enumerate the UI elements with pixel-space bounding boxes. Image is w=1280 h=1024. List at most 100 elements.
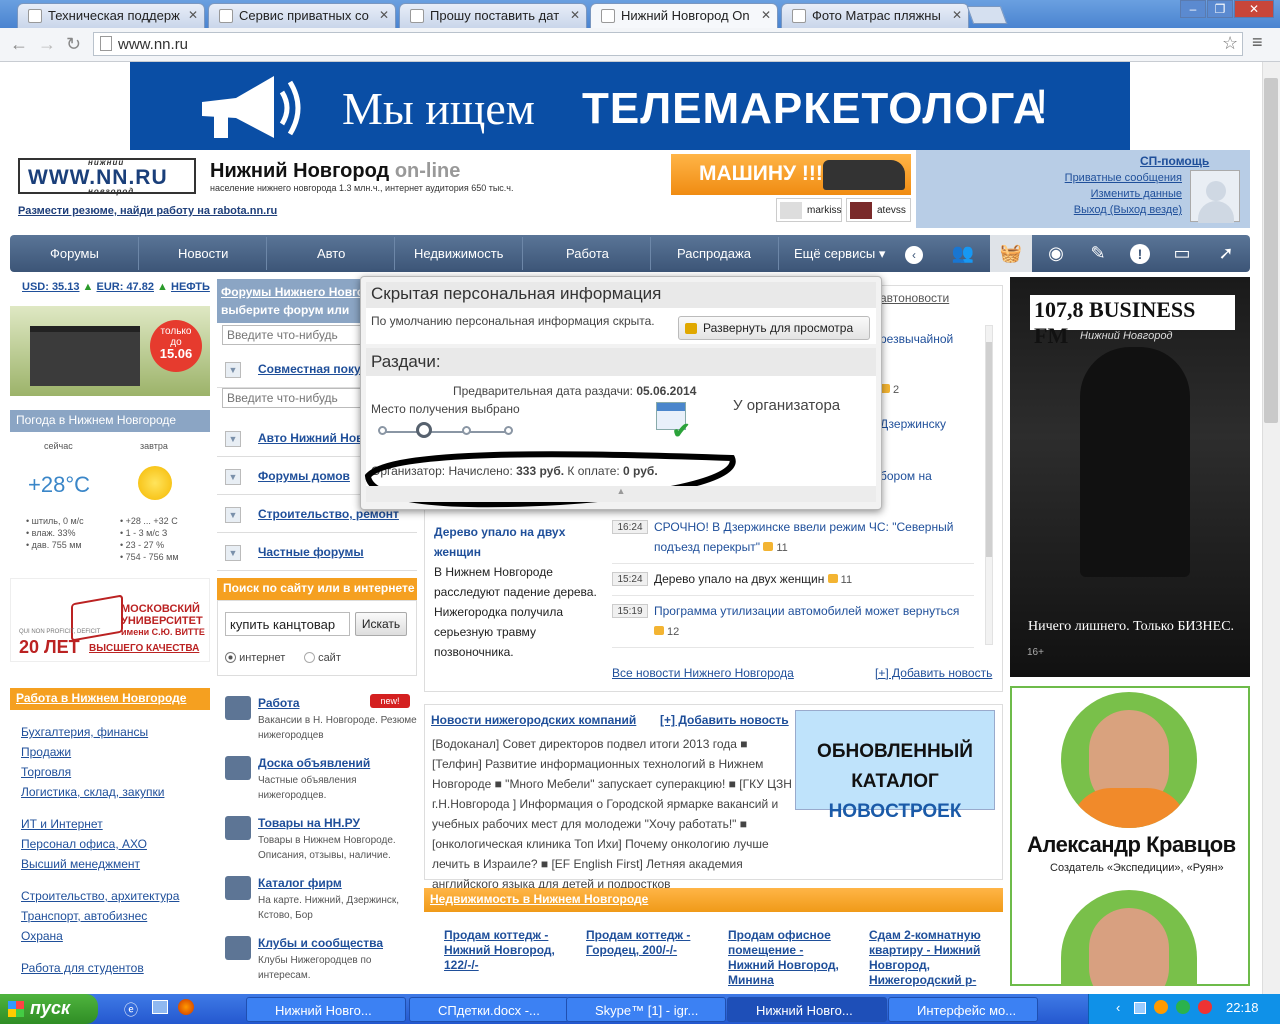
maximize-icon[interactable]: ❐ bbox=[1207, 0, 1233, 18]
news-item[interactable]: 15:19 Программа утилизации автомобилей мо… bbox=[612, 598, 974, 648]
expand-icon[interactable]: ▼ bbox=[225, 469, 241, 485]
users-icon[interactable]: 👥 bbox=[942, 235, 984, 272]
tab-autonews[interactable]: автоновости bbox=[880, 291, 949, 305]
expand-icon[interactable]: ▼ bbox=[225, 431, 241, 447]
close-tab-icon[interactable]: ✕ bbox=[188, 8, 198, 22]
news-item[interactable]: 16:24 СРОЧНО! В Дзержинске ввели режим ЧС… bbox=[612, 514, 974, 564]
companies-news-title[interactable]: Новости нижегородских компаний bbox=[431, 713, 636, 727]
service-catalog[interactable]: Каталог фирм На карте. Нижний, Дзержинск,… bbox=[225, 876, 425, 926]
job-banner[interactable]: Мы ищем ТЕЛЕМАРКЕТОЛОГА ! bbox=[130, 62, 1130, 150]
service-board[interactable]: Доска объявлений Частные объявления нижег… bbox=[225, 756, 425, 806]
car-ad-banner[interactable]: МАШИНУ !!! bbox=[671, 154, 911, 195]
ie-icon[interactable]: ⓔ bbox=[124, 1000, 138, 1020]
job-link[interactable]: Бухгалтерия, финансы bbox=[21, 725, 148, 739]
nav-auto[interactable]: Авто bbox=[317, 246, 345, 261]
tray-arrow-icon[interactable]: ‹ bbox=[1116, 1000, 1120, 1015]
feature-news-title[interactable]: Дерево упало на двух женщин bbox=[434, 522, 604, 562]
forward-icon[interactable]: → bbox=[38, 34, 56, 55]
nav-realty[interactable]: Недвижимость bbox=[414, 246, 503, 261]
realty-item[interactable]: Сдам 2-комнатную квартиру - Нижний Новго… bbox=[869, 928, 981, 988]
nav-forums[interactable]: Форумы bbox=[50, 246, 99, 261]
usd-rate[interactable]: USD: 35.13 bbox=[22, 281, 79, 293]
pencil-icon[interactable]: ✎ bbox=[1077, 235, 1119, 272]
realty-item[interactable]: Продам офисное помещение - Нижний Новгор… bbox=[728, 928, 840, 988]
eur-rate[interactable]: EUR: 47.82 bbox=[97, 281, 154, 293]
forum-row[interactable]: ▼ Частные форумы bbox=[217, 535, 417, 571]
browser-tab-2[interactable]: Сервис приватных со ✕ bbox=[208, 3, 396, 28]
back-icon[interactable]: ← bbox=[10, 34, 28, 55]
job-link[interactable]: ИТ и Интернет bbox=[21, 817, 103, 831]
desktop-icon[interactable] bbox=[152, 1000, 168, 1014]
user-chip-atevss[interactable]: atevss bbox=[846, 198, 911, 222]
job-link[interactable]: Работа для студентов bbox=[21, 961, 144, 975]
site-logo[interactable]: нижний WWW.NN.RU новгород bbox=[18, 158, 196, 196]
service-goods[interactable]: Товары на НН.РУ Товары в Нижнем Новгороде… bbox=[225, 816, 425, 866]
browser-tab-5[interactable]: Фото Матрас пляжны ✕ bbox=[781, 3, 969, 28]
news-scrollbar[interactable] bbox=[985, 325, 993, 645]
close-tab-icon[interactable]: ✕ bbox=[761, 8, 771, 22]
task-interface[interactable]: Интерфейс мо... bbox=[888, 997, 1038, 1022]
search-button[interactable]: Искать bbox=[355, 612, 407, 636]
companies-add-link[interactable]: [+] Добавить новость bbox=[660, 713, 789, 727]
reload-icon[interactable]: ↻ bbox=[66, 34, 81, 55]
bookmark-star-icon[interactable]: ☆ bbox=[1222, 33, 1238, 54]
all-news-link[interactable]: Все новости Нижнего Новгорода bbox=[612, 666, 794, 680]
news-item[interactable]: 15:24 Дерево упало на двух женщин 11 bbox=[612, 566, 974, 596]
task-skype[interactable]: Skype™ [1] - igr... bbox=[566, 997, 726, 1022]
add-news-link[interactable]: [+] Добавить новость bbox=[875, 666, 992, 680]
task-word[interactable]: СПдетки.docx -... bbox=[409, 997, 569, 1022]
notification-icon[interactable] bbox=[1154, 1000, 1168, 1014]
antivirus-icon[interactable] bbox=[1198, 1000, 1212, 1014]
university-ad[interactable]: МОСКОВСКИЙ УНИВЕРСИТЕТ имени С.Ю. ВИТТЕ … bbox=[10, 578, 210, 662]
expand-icon[interactable]: ▼ bbox=[225, 507, 241, 523]
logout-link[interactable]: Выход (Выход везде) bbox=[1020, 204, 1182, 216]
radio-site[interactable]: сайт bbox=[304, 652, 341, 664]
edit-profile-link[interactable]: Изменить данные bbox=[1020, 188, 1182, 200]
realty-item[interactable]: Продам коттедж - Нижний Новгород, 122/-/… bbox=[444, 928, 574, 973]
job-link[interactable]: Высший менеджмент bbox=[21, 857, 140, 871]
expand-icon[interactable]: ▼ bbox=[225, 362, 241, 378]
start-button[interactable]: пуск bbox=[0, 994, 98, 1024]
skype-tray-icon[interactable] bbox=[1176, 1000, 1190, 1014]
close-tab-icon[interactable]: ✕ bbox=[952, 8, 962, 22]
new-buildings-catalog-ad[interactable]: ОБНОВЛЕННЫЙ КАТАЛОГ НОВОСТРОЕК bbox=[795, 710, 995, 822]
user-chip-markiss[interactable]: markiss bbox=[776, 198, 842, 222]
close-tab-icon[interactable]: ✕ bbox=[379, 8, 389, 22]
job-link[interactable]: Логистика, склад, закупки bbox=[21, 785, 164, 799]
oil-link[interactable]: НЕФТЬ bbox=[171, 281, 210, 293]
job-link[interactable]: Строительство, архитектура bbox=[21, 889, 179, 903]
menu-icon[interactable]: ≡ bbox=[1252, 32, 1263, 53]
alert-icon[interactable]: ! bbox=[1119, 235, 1161, 272]
share-icon[interactable]: ➚ bbox=[1205, 235, 1247, 272]
new-tab-button[interactable] bbox=[966, 6, 1008, 24]
weather-title[interactable]: Погода в Нижнем Новгороде bbox=[10, 410, 210, 432]
job-link[interactable]: Продажи bbox=[21, 745, 71, 759]
page-scrollbar-thumb[interactable] bbox=[1264, 78, 1278, 423]
site-search-input[interactable] bbox=[225, 612, 350, 636]
service-work[interactable]: Работа Вакансии в Н. Новгороде. Резюме ни… bbox=[225, 696, 425, 746]
close-tab-icon[interactable]: ✕ bbox=[570, 8, 580, 22]
minimize-icon[interactable]: ‒ bbox=[1180, 0, 1206, 18]
cottage-ad[interactable]: только до 15.06 bbox=[10, 306, 210, 396]
job-link[interactable]: Транспорт, автобизнес bbox=[21, 909, 147, 923]
service-clubs[interactable]: Клубы и сообщества Клубы Нижегородцев по … bbox=[225, 936, 425, 986]
nav-news[interactable]: Новости bbox=[178, 246, 228, 261]
firefox-icon[interactable] bbox=[178, 999, 194, 1015]
expand-icon[interactable]: ▼ bbox=[225, 545, 241, 561]
eye-icon[interactable]: ◉ bbox=[1035, 235, 1077, 272]
radio-internet[interactable]: интернет bbox=[225, 652, 285, 664]
job-link[interactable]: Торговля bbox=[21, 765, 71, 779]
nav-more-services[interactable]: Ещё сервисы ▾ bbox=[794, 246, 885, 262]
close-window-icon[interactable]: ✕ bbox=[1234, 0, 1274, 18]
basket-icon[interactable]: 🧺 bbox=[990, 235, 1032, 272]
job-link[interactable]: Охрана bbox=[21, 929, 63, 943]
expand-to-view-button[interactable]: Развернуть для просмотра bbox=[678, 316, 870, 340]
task-browser-2[interactable]: Нижний Новго... bbox=[727, 997, 887, 1022]
private-messages-link[interactable]: Приватные сообщения bbox=[1020, 172, 1182, 184]
rabota-link[interactable]: Размести резюме, найди работу на rabota.… bbox=[18, 205, 277, 217]
address-bar[interactable]: www.nn.ru bbox=[93, 32, 1243, 56]
message-icon[interactable]: ▭ bbox=[1161, 235, 1203, 272]
browser-tab-4-active[interactable]: Нижний Новгород On ✕ bbox=[590, 3, 778, 29]
companies-news-text[interactable]: [Водоканал] Совет директоров подвел итог… bbox=[432, 734, 794, 894]
network-icon[interactable] bbox=[1134, 1002, 1146, 1014]
